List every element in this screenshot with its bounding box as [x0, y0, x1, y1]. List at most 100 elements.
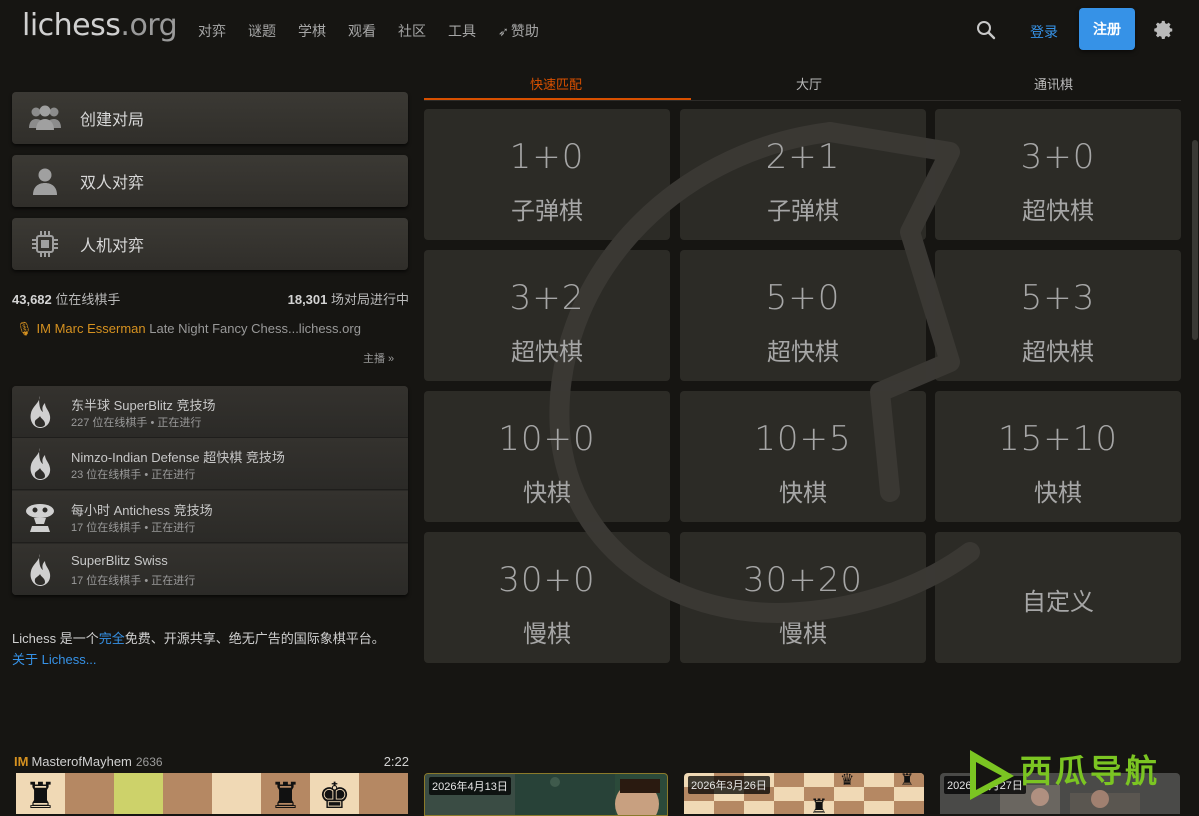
- svg-text:♜: ♜: [810, 794, 828, 814]
- watermark-text: 西瓜导航: [1020, 752, 1161, 790]
- board-square: ♜: [261, 773, 310, 814]
- page-scrollbar[interactable]: [1191, 60, 1199, 814]
- scrollbar-thumb[interactable]: [1192, 140, 1198, 340]
- pool-clock: 3+2: [509, 278, 585, 318]
- logo-main: lichess: [22, 8, 121, 43]
- nav-tools[interactable]: 工具: [448, 21, 476, 41]
- pool-clock: 30+0: [498, 560, 596, 600]
- pool-clock: 15+10: [997, 419, 1118, 459]
- tournament-name: Nimzo-Indian Defense 超快棋 竞技场: [71, 450, 285, 465]
- pool-button[interactable]: 10+0 快棋: [424, 391, 670, 522]
- tournament-name: SuperBlitz Swiss: [71, 553, 168, 568]
- pool-button[interactable]: 5+3 超快棋: [935, 250, 1181, 381]
- pool-perf: 快棋: [779, 480, 827, 507]
- play-computer-label: 人机对弈: [80, 238, 145, 255]
- pool-perf: 快棋: [523, 480, 571, 507]
- online-players[interactable]: 43,682 位在线棋手: [12, 292, 120, 307]
- streamers-more-link[interactable]: 主播 »: [363, 350, 394, 366]
- black-rook-piece: ♜: [269, 776, 302, 815]
- nav-learn[interactable]: 学棋: [298, 21, 326, 41]
- microphone-icon: 🎙: [16, 321, 33, 336]
- pool-perf: 超快棋: [1022, 198, 1094, 225]
- tournament-list: 东半球 SuperBlitz 竞技场 227 位在线棋手 • 正在进行 Nimz…: [12, 386, 408, 595]
- nav-play[interactable]: 对弈: [198, 21, 226, 41]
- site-logo[interactable]: lichess.org: [22, 8, 178, 43]
- custom-game-button[interactable]: 自定义: [935, 532, 1181, 663]
- flame-icon: [30, 448, 51, 480]
- tile-date: 2026年4月13日: [429, 777, 511, 795]
- main-nav: 对弈 谜题 学棋 观看 社区 工具 ➶ 赞助: [198, 21, 583, 41]
- tournament-item[interactable]: 东半球 SuperBlitz 竞技场 227 位在线棋手 • 正在进行: [12, 386, 408, 438]
- flame-icon: [30, 396, 51, 428]
- tournament-item[interactable]: 每小时 Antichess 竞技场 17 位在线棋手 • 正在进行: [12, 491, 408, 543]
- person-icon: [28, 166, 62, 196]
- tournament-info: 23 位在线棋手 • 正在进行: [71, 469, 196, 481]
- pool-clock: 5+3: [1020, 278, 1096, 318]
- svg-text:♜: ♜: [900, 773, 914, 789]
- about-mid: 免费、开源共享、绝无广告的国际象棋平台。: [124, 631, 385, 646]
- board-square: [212, 773, 261, 814]
- nav-donate[interactable]: ➶ 赞助: [498, 21, 561, 41]
- signup-button[interactable]: 注册: [1079, 8, 1135, 50]
- tab-correspondence[interactable]: 通讯棋: [1034, 74, 1073, 93]
- featured-game-board[interactable]: ♜ ♜ ♚: [16, 773, 409, 814]
- featured-game-player[interactable]: IM MasterofMayhem 2636 2:22: [14, 754, 409, 769]
- nav-community[interactable]: 社区: [398, 21, 426, 41]
- pool-button[interactable]: 5+0 超快棋: [680, 250, 926, 381]
- about-lichess-link[interactable]: 关于 Lichess...: [12, 652, 97, 667]
- pool-button[interactable]: 15+10 快棋: [935, 391, 1181, 522]
- donate-wing-icon: ➶: [498, 24, 509, 39]
- player-rating: 2636: [135, 755, 163, 769]
- pool-perf: 慢棋: [523, 621, 571, 648]
- streamer-name: Marc Esserman: [54, 321, 146, 336]
- pool-button[interactable]: 1+0 子弹棋: [424, 109, 670, 240]
- tournament-item[interactable]: SuperBlitz Swiss 17 位在线棋手 • 正在进行: [12, 544, 408, 595]
- site-stats: 43,682 位在线棋手 18,301 场对局进行中: [12, 289, 409, 308]
- login-link[interactable]: 登录: [1030, 22, 1058, 42]
- cpu-icon: [28, 229, 62, 259]
- gear-icon[interactable]: [1153, 19, 1175, 41]
- tab-quick-pairing[interactable]: 快速匹配: [530, 74, 582, 93]
- pool-perf: 慢棋: [779, 621, 827, 648]
- pool-button[interactable]: 3+0 超快棋: [935, 109, 1181, 240]
- tournament-item[interactable]: Nimzo-Indian Defense 超快棋 竞技场 23 位在线棋手 • …: [12, 438, 408, 490]
- pool-button[interactable]: 10+5 快棋: [680, 391, 926, 522]
- play-friend-button[interactable]: 双人对弈: [12, 155, 408, 207]
- games-in-play[interactable]: 18,301 场对局进行中: [288, 289, 409, 308]
- antichess-icon: [26, 504, 54, 532]
- search-icon[interactable]: [976, 20, 996, 40]
- player-name: MasterofMayhem: [31, 754, 132, 769]
- create-game-button[interactable]: 创建对局: [12, 92, 408, 144]
- pool-clock: 1+0: [509, 137, 585, 177]
- pool-perf: 子弹棋: [511, 198, 583, 225]
- play-computer-button[interactable]: 人机对弈: [12, 218, 408, 270]
- about-pre: Lichess 是一个: [12, 631, 99, 646]
- quick-pairing-grid: 1+0 子弹棋 2+1 子弹棋 3+0 超快棋 3+2 超快棋 5+0 超快棋 …: [424, 109, 1181, 664]
- pool-button[interactable]: 30+0 慢棋: [424, 532, 670, 663]
- pool-button[interactable]: 2+1 子弹棋: [680, 109, 926, 240]
- pool-perf: 快棋: [1034, 480, 1082, 507]
- games-label: 场对局进行中: [327, 292, 409, 307]
- black-king-piece: ♚: [318, 776, 351, 815]
- pool-clock: 2+1: [765, 137, 841, 177]
- nav-watch[interactable]: 观看: [348, 21, 376, 41]
- tournament-info: 17 位在线棋手 • 正在进行: [71, 522, 196, 534]
- pool-button[interactable]: 3+2 超快棋: [424, 250, 670, 381]
- player-clock: 2:22: [383, 754, 409, 769]
- blog-tile[interactable]: ♛ ♜ ♜ 2026年3月26日: [684, 773, 924, 814]
- top-bar: lichess.org 对弈 谜题 学棋 观看 社区 工具 ➶ 赞助 登录 注册: [0, 0, 1199, 60]
- board-square: [65, 773, 114, 814]
- tab-lobby[interactable]: 大厅: [796, 74, 822, 93]
- donate-label: 赞助: [510, 23, 539, 39]
- black-rook-piece: ♜: [24, 776, 57, 815]
- tournament-info: 17 位在线棋手 • 正在进行: [71, 575, 196, 587]
- nav-puzzles[interactable]: 谜题: [248, 21, 276, 41]
- flame-icon: [30, 554, 51, 586]
- tile-date: 2026年3月26日: [688, 776, 770, 794]
- about-free-link[interactable]: 完全: [99, 631, 125, 646]
- players-icon: [28, 103, 62, 133]
- online-label: 位在线棋手: [51, 292, 121, 307]
- pool-button[interactable]: 30+20 慢棋: [680, 532, 926, 663]
- live-stream-link[interactable]: 🎙 IM Marc Esserman Late Night Fancy Chess…: [16, 321, 361, 337]
- blog-tile[interactable]: 2026年4月13日: [424, 773, 668, 816]
